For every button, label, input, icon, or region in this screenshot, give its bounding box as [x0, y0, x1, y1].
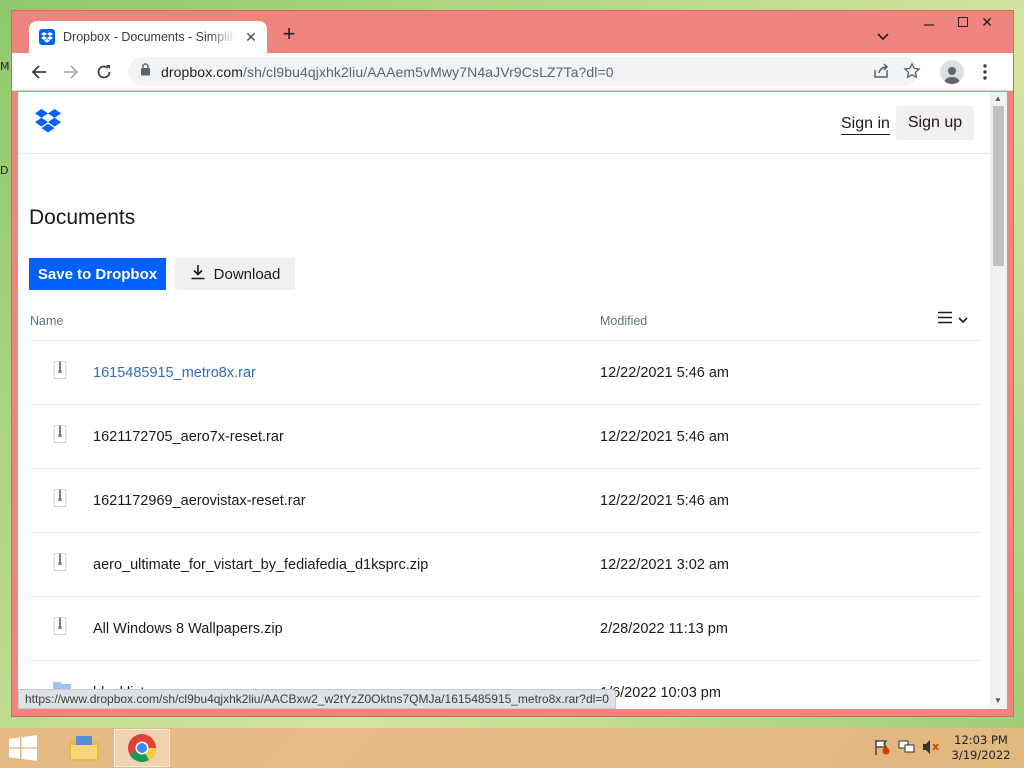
- vertical-scrollbar[interactable]: ▲ ▼: [990, 92, 1007, 709]
- file-row[interactable]: 1621172969_aerovistax-reset.rar 12/22/202…: [29, 468, 979, 532]
- file-modified-date: 12/22/2021 5:46 am: [600, 493, 729, 509]
- dropbox-favicon-icon: [39, 29, 55, 45]
- file-name-link[interactable]: All Windows 8 Wallpapers.zip: [93, 621, 283, 637]
- desktop-edge-label: M: [0, 60, 10, 73]
- url-text: dropbox.com/sh/cl9bu4qjxhk2liu/AAAem5vMw…: [161, 63, 614, 80]
- scroll-down-arrow-icon[interactable]: ▼: [994, 696, 1002, 705]
- browser-menu-icon[interactable]: [973, 60, 997, 84]
- profile-avatar-icon[interactable]: [940, 60, 964, 84]
- share-icon[interactable]: [872, 62, 890, 85]
- file-explorer-icon[interactable]: [56, 729, 112, 767]
- file-row[interactable]: 1621172705_aero7x-reset.rar 12/22/2021 5:…: [29, 404, 979, 468]
- chrome-taskbar-icon[interactable]: [114, 729, 170, 767]
- download-button[interactable]: Download: [175, 258, 295, 290]
- list-view-icon: [938, 311, 952, 329]
- archive-file-icon: [53, 489, 67, 507]
- site-header: Sign in Sign up: [18, 92, 990, 154]
- column-header-modified[interactable]: Modified: [600, 314, 647, 328]
- lock-icon: [140, 62, 151, 81]
- reload-icon[interactable]: [92, 60, 116, 84]
- system-clock[interactable]: 12:03 PM 3/19/2022: [946, 733, 1016, 763]
- file-row[interactable]: All Windows 8 Wallpapers.zip 2/28/2022 11…: [29, 596, 979, 660]
- forward-arrow-icon[interactable]: [59, 60, 83, 84]
- file-name-link[interactable]: aero_ultimate_for_vistart_by_fediafedia_…: [93, 557, 428, 573]
- page-title: Documents: [29, 206, 136, 229]
- network-icon[interactable]: [898, 739, 916, 760]
- archive-file-icon: [53, 617, 67, 635]
- file-list: 1615485915_metro8x.rar 12/22/2021 5:46 am…: [29, 340, 979, 709]
- chevron-down-icon: [958, 311, 968, 329]
- minimize-button[interactable]: [912, 11, 946, 35]
- file-name-link[interactable]: 1615485915_metro8x.rar: [93, 365, 256, 381]
- page-content: Sign in Sign up Documents Save to Dropbo…: [18, 92, 990, 709]
- new-tab-button[interactable]: +: [278, 23, 300, 46]
- view-toggle-button[interactable]: [938, 311, 968, 329]
- sign-up-button[interactable]: Sign up: [896, 106, 974, 140]
- download-label: Download: [213, 265, 281, 283]
- close-window-button[interactable]: ✕: [970, 11, 1004, 35]
- sign-in-link[interactable]: Sign in: [841, 115, 890, 135]
- tab-strip: Dropbox - Documents - Simplify ✕ + ✕: [12, 11, 1013, 53]
- archive-file-icon: [53, 553, 67, 571]
- tab-title: Dropbox - Documents - Simplify: [63, 30, 235, 44]
- file-row[interactable]: aero_ultimate_for_vistart_by_fediafedia_…: [29, 532, 979, 596]
- archive-file-icon: [53, 361, 67, 379]
- file-modified-date: 12/22/2021 3:02 am: [600, 557, 729, 573]
- file-name-link[interactable]: 1621172705_aero7x-reset.rar: [93, 429, 284, 445]
- status-bar-url: https://www.dropbox.com/sh/cl9bu4qjxhk2l…: [18, 689, 616, 709]
- desktop-edge-label: D: [0, 164, 9, 177]
- file-modified-date: 12/22/2021 5:46 am: [600, 365, 729, 381]
- file-modified-date: 12/22/2021 5:46 am: [600, 429, 729, 445]
- browser-tab[interactable]: Dropbox - Documents - Simplify ✕: [29, 21, 267, 53]
- address-bar[interactable]: dropbox.com/sh/cl9bu4qjxhk2liu/AAAem5vMw…: [128, 57, 921, 86]
- bookmark-star-icon[interactable]: [903, 62, 921, 85]
- save-to-dropbox-button[interactable]: Save to Dropbox: [29, 258, 166, 290]
- taskbar: 12:03 PM 3/19/2022: [0, 728, 1024, 768]
- scrollbar-thumb[interactable]: [993, 106, 1004, 266]
- chevron-down-icon[interactable]: [877, 28, 889, 46]
- back-arrow-icon[interactable]: [27, 60, 51, 84]
- file-row[interactable]: 1615485915_metro8x.rar 12/22/2021 5:46 am: [29, 340, 979, 404]
- file-name-link[interactable]: 1621172969_aerovistax-reset.rar: [93, 493, 306, 509]
- clock-time: 12:03 PM: [954, 733, 1008, 747]
- download-icon: [190, 264, 206, 284]
- file-modified-date: 1/6/2022 10:03 pm: [600, 685, 721, 701]
- dropbox-logo-icon[interactable]: [34, 109, 62, 138]
- column-header-name[interactable]: Name: [30, 314, 63, 328]
- file-modified-date: 2/28/2022 11:13 pm: [600, 621, 728, 637]
- browser-toolbar: dropbox.com/sh/cl9bu4qjxhk2liu/AAAem5vMw…: [12, 53, 1013, 91]
- browser-window: Dropbox - Documents - Simplify ✕ + ✕ dro…: [11, 10, 1014, 717]
- tab-close-icon[interactable]: ✕: [243, 29, 259, 46]
- windows-start-icon[interactable]: [8, 735, 38, 761]
- archive-file-icon: [53, 425, 67, 443]
- clock-date: 3/19/2022: [951, 748, 1011, 762]
- action-center-flag-icon[interactable]: [874, 739, 890, 760]
- volume-muted-icon[interactable]: [922, 739, 940, 760]
- scroll-up-arrow-icon[interactable]: ▲: [994, 94, 1002, 103]
